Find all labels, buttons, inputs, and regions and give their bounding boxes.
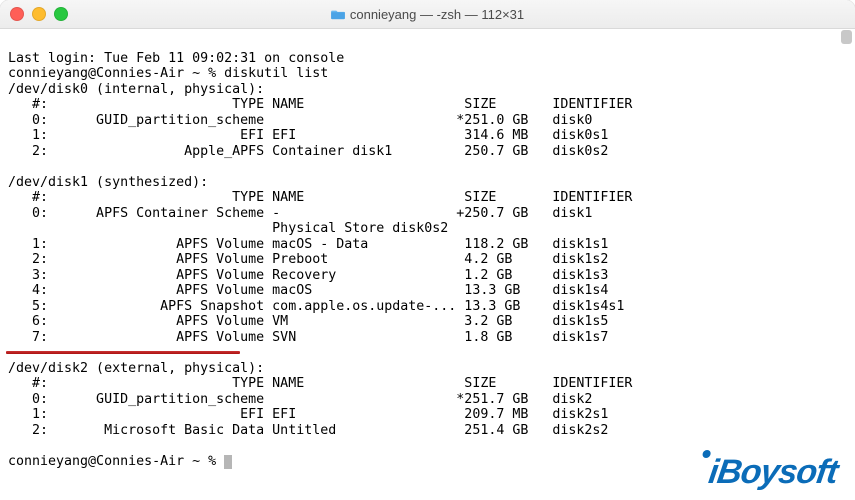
disk1-columns: #: TYPE NAME SIZE IDENTIFIER xyxy=(8,190,632,205)
highlight-underline xyxy=(6,351,240,354)
disk1-header: /dev/disk1 (synthesized): xyxy=(8,175,208,190)
watermark-dot-icon xyxy=(702,450,711,458)
prompt-sep: ~ % xyxy=(184,66,224,81)
disk1-row: 7: APFS Volume SVN 1.8 GB disk1s7 xyxy=(8,330,608,345)
login-line: Last login: Tue Feb 11 09:02:31 on conso… xyxy=(8,51,344,66)
disk1-row: 5: APFS Snapshot com.apple.os.update-...… xyxy=(8,299,624,314)
disk1-row: 1: APFS Volume macOS - Data 118.2 GB dis… xyxy=(8,237,608,252)
minimize-icon[interactable] xyxy=(32,7,46,21)
disk0-row: 1: EFI EFI 314.6 MB disk0s1 xyxy=(8,128,608,143)
scrollbar[interactable] xyxy=(840,30,853,496)
prompt-user: connieyang@Connies-Air xyxy=(8,66,184,81)
disk0-columns: #: TYPE NAME SIZE IDENTIFIER xyxy=(8,97,632,112)
terminal-window: connieyang — -zsh — 112×31 Last login: T… xyxy=(0,0,855,500)
folder-icon xyxy=(331,8,345,20)
watermark-text: iBoysoft xyxy=(706,453,839,492)
disk1-row: 3: APFS Volume Recovery 1.2 GB disk1s3 xyxy=(8,268,608,283)
disk1-row: 4: APFS Volume macOS 13.3 GB disk1s4 xyxy=(8,283,608,298)
command-text: diskutil list xyxy=(224,66,328,81)
window-title: connieyang — -zsh — 112×31 xyxy=(0,7,855,22)
disk0-row: 0: GUID_partition_scheme *251.0 GB disk0 xyxy=(8,113,592,128)
disk2-header: /dev/disk2 (external, physical): xyxy=(8,361,264,376)
disk2-row: 1: EFI EFI 209.7 MB disk2s1 xyxy=(8,407,608,422)
disk1-row: 6: APFS Volume VM 3.2 GB disk1s5 xyxy=(8,314,608,329)
cursor-icon xyxy=(224,455,232,469)
terminal-body[interactable]: Last login: Tue Feb 11 09:02:31 on conso… xyxy=(0,29,855,500)
disk2-columns: #: TYPE NAME SIZE IDENTIFIER xyxy=(8,376,632,391)
window-title-text: connieyang — -zsh — 112×31 xyxy=(350,7,524,22)
prompt-user: connieyang@Connies-Air xyxy=(8,454,184,469)
close-icon[interactable] xyxy=(10,7,24,21)
disk1-row: 0: APFS Container Scheme - +250.7 GB dis… xyxy=(8,206,592,221)
prompt-sep: ~ % xyxy=(184,454,224,469)
scrollbar-thumb[interactable] xyxy=(841,30,852,44)
disk1-row: Physical Store disk0s2 xyxy=(8,221,448,236)
disk2-row: 2: Microsoft Basic Data Untitled 251.4 G… xyxy=(8,423,608,438)
disk2-row: 0: GUID_partition_scheme *251.7 GB disk2 xyxy=(8,392,592,407)
watermark-logo: iBoysoft xyxy=(697,453,839,492)
zoom-icon[interactable] xyxy=(54,7,68,21)
disk0-row: 2: Apple_APFS Container disk1 250.7 GB d… xyxy=(8,144,608,159)
titlebar[interactable]: connieyang — -zsh — 112×31 xyxy=(0,0,855,29)
disk1-row: 2: APFS Volume Preboot 4.2 GB disk1s2 xyxy=(8,252,608,267)
traffic-lights xyxy=(10,7,68,21)
disk0-header: /dev/disk0 (internal, physical): xyxy=(8,82,264,97)
